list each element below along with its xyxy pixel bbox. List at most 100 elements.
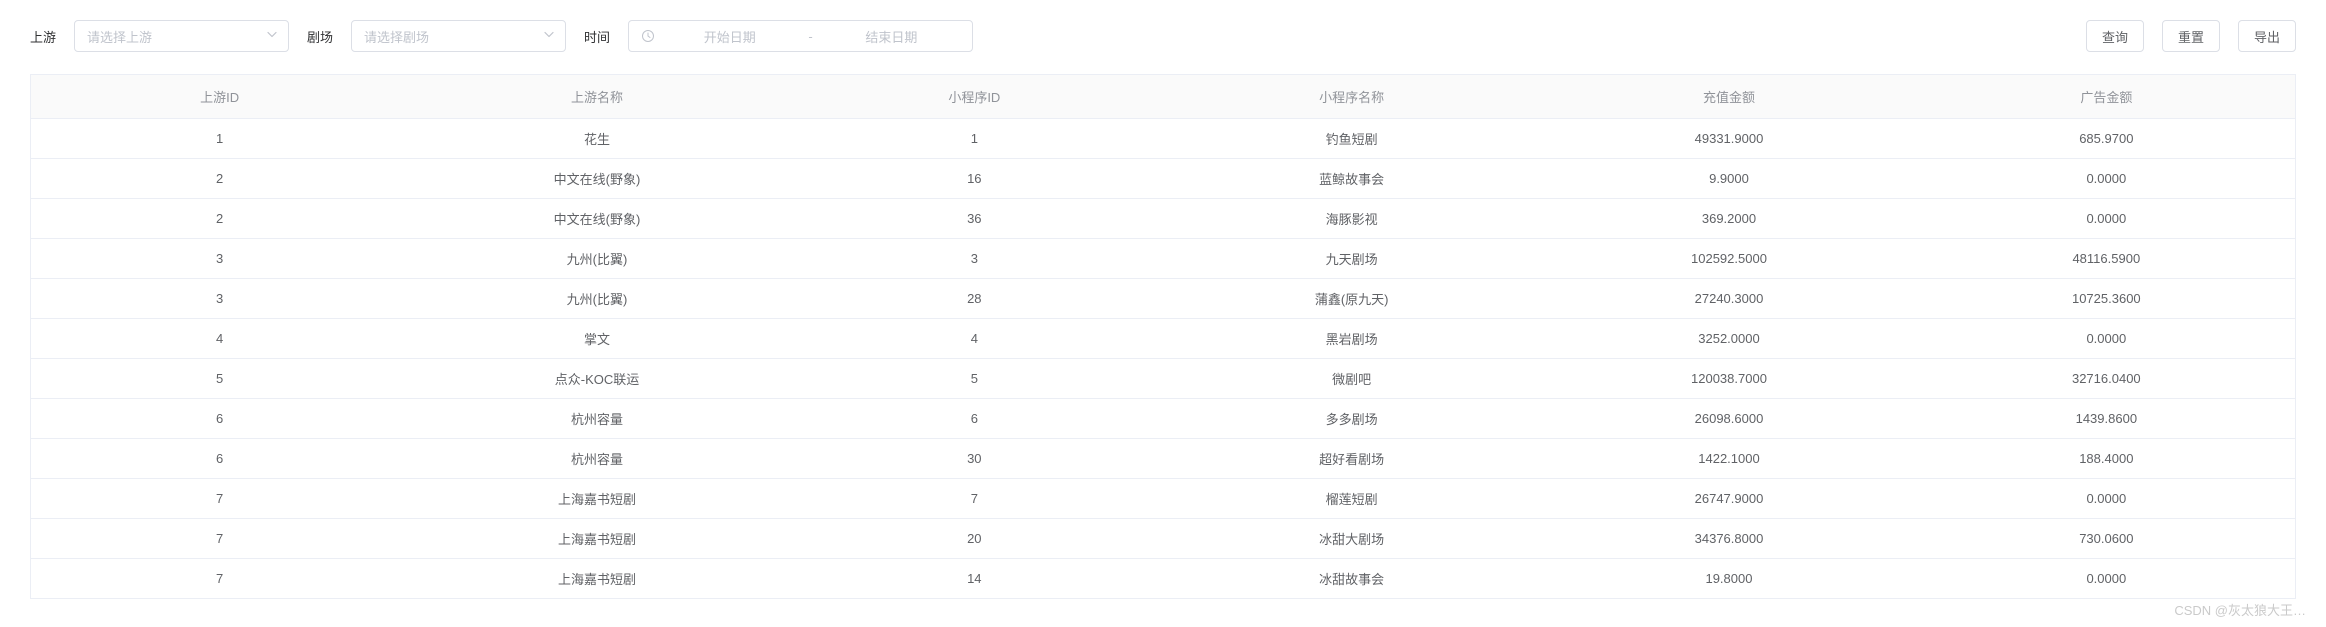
cell-applet-id: 14 — [786, 559, 1163, 599]
cell-applet-name: 蒲鑫(原九天) — [1163, 279, 1540, 319]
col-applet-name: 小程序名称 — [1163, 75, 1540, 119]
cell-applet-id: 5 — [786, 359, 1163, 399]
cell-ad-amount: 685.9700 — [1918, 119, 2295, 159]
cell-ad-amount: 0.0000 — [1918, 159, 2295, 199]
cell-applet-id: 16 — [786, 159, 1163, 199]
cell-ad-amount: 10725.3600 — [1918, 279, 2295, 319]
cell-recharge-amount: 102592.5000 — [1540, 239, 1917, 279]
cell-upstream-name: 上海嘉书短剧 — [408, 519, 785, 559]
cell-upstream-name: 杭州容量 — [408, 439, 785, 479]
cell-upstream-name: 花生 — [408, 119, 785, 159]
table-row[interactable]: 2中文在线(野象)16蓝鲸故事会9.90000.0000 — [31, 159, 2295, 199]
cell-applet-name: 黑岩剧场 — [1163, 319, 1540, 359]
theater-select[interactable]: 请选择剧场 — [351, 20, 566, 52]
upstream-placeholder: 请选择上游 — [87, 27, 152, 46]
table-row[interactable]: 7上海嘉书短剧14冰甜故事会19.80000.0000 — [31, 559, 2295, 599]
cell-ad-amount: 48116.5900 — [1918, 239, 2295, 279]
cell-applet-name: 冰甜故事会 — [1163, 559, 1540, 599]
cell-upstream-id: 4 — [31, 319, 408, 359]
cell-upstream-id: 6 — [31, 399, 408, 439]
cell-applet-id: 4 — [786, 319, 1163, 359]
table-row[interactable]: 7上海嘉书短剧7榴莲短剧26747.90000.0000 — [31, 479, 2295, 519]
cell-applet-name: 多多剧场 — [1163, 399, 1540, 439]
col-applet-id: 小程序ID — [786, 75, 1163, 119]
cell-upstream-name: 中文在线(野象) — [408, 199, 785, 239]
cell-applet-name: 微剧吧 — [1163, 359, 1540, 399]
cell-upstream-name: 中文在线(野象) — [408, 159, 785, 199]
cell-upstream-name: 上海嘉书短剧 — [408, 479, 785, 519]
cell-applet-id: 20 — [786, 519, 1163, 559]
col-recharge-amount: 充值金额 — [1540, 75, 1917, 119]
cell-upstream-id: 2 — [31, 159, 408, 199]
cell-recharge-amount: 1422.1000 — [1540, 439, 1917, 479]
chevron-down-icon — [266, 29, 278, 44]
table-row[interactable]: 4掌文4黑岩剧场3252.00000.0000 — [31, 319, 2295, 359]
cell-ad-amount: 188.4000 — [1918, 439, 2295, 479]
cell-applet-name: 海豚影视 — [1163, 199, 1540, 239]
cell-applet-id: 3 — [786, 239, 1163, 279]
theater-placeholder: 请选择剧场 — [364, 27, 429, 46]
cell-applet-id: 36 — [786, 199, 1163, 239]
query-button[interactable]: 查询 — [2086, 20, 2144, 52]
cell-ad-amount: 0.0000 — [1918, 479, 2295, 519]
cell-applet-name: 九天剧场 — [1163, 239, 1540, 279]
cell-recharge-amount: 26098.6000 — [1540, 399, 1917, 439]
data-table: 上游ID 上游名称 小程序ID 小程序名称 充值金额 广告金额 1花生1钓鱼短剧… — [30, 74, 2296, 599]
cell-applet-name: 蓝鲸故事会 — [1163, 159, 1540, 199]
col-upstream-name: 上游名称 — [408, 75, 785, 119]
cell-upstream-name: 点众-KOC联运 — [408, 359, 785, 399]
cell-upstream-id: 7 — [31, 559, 408, 599]
table-row[interactable]: 3九州(比翼)28蒲鑫(原九天)27240.300010725.3600 — [31, 279, 2295, 319]
cell-applet-name: 钓鱼短剧 — [1163, 119, 1540, 159]
cell-applet-id: 7 — [786, 479, 1163, 519]
table-row[interactable]: 3九州(比翼)3九天剧场102592.500048116.5900 — [31, 239, 2295, 279]
cell-upstream-id: 1 — [31, 119, 408, 159]
date-separator: - — [804, 29, 816, 44]
cell-ad-amount: 0.0000 — [1918, 319, 2295, 359]
end-date-input[interactable]: 结束日期 — [823, 27, 960, 46]
cell-applet-id: 1 — [786, 119, 1163, 159]
table-row[interactable]: 2中文在线(野象)36海豚影视369.20000.0000 — [31, 199, 2295, 239]
watermark: CSDN @灰太狼大王… — [2174, 600, 2306, 619]
col-upstream-id: 上游ID — [31, 75, 408, 119]
cell-recharge-amount: 369.2000 — [1540, 199, 1917, 239]
table-header-row: 上游ID 上游名称 小程序ID 小程序名称 充值金额 广告金额 — [31, 75, 2295, 119]
cell-upstream-id: 3 — [31, 279, 408, 319]
cell-upstream-name: 杭州容量 — [408, 399, 785, 439]
table-row[interactable]: 7上海嘉书短剧20冰甜大剧场34376.8000730.0600 — [31, 519, 2295, 559]
cell-upstream-name: 上海嘉书短剧 — [408, 559, 785, 599]
cell-recharge-amount: 9.9000 — [1540, 159, 1917, 199]
start-date-input[interactable]: 开始日期 — [661, 27, 798, 46]
cell-ad-amount: 1439.8600 — [1918, 399, 2295, 439]
cell-recharge-amount: 19.8000 — [1540, 559, 1917, 599]
table-row[interactable]: 6杭州容量6多多剧场26098.60001439.8600 — [31, 399, 2295, 439]
cell-ad-amount: 32716.0400 — [1918, 359, 2295, 399]
cell-upstream-id: 6 — [31, 439, 408, 479]
export-button[interactable]: 导出 — [2238, 20, 2296, 52]
cell-recharge-amount: 34376.8000 — [1540, 519, 1917, 559]
table-row[interactable]: 5点众-KOC联运5微剧吧120038.700032716.0400 — [31, 359, 2295, 399]
filter-bar: 上游 请选择上游 剧场 请选择剧场 时间 开始日期 - 结束日期 查询 重置 导… — [30, 20, 2296, 52]
clock-icon — [641, 29, 655, 43]
cell-applet-name: 超好看剧场 — [1163, 439, 1540, 479]
cell-recharge-amount: 27240.3000 — [1540, 279, 1917, 319]
cell-upstream-id: 7 — [31, 519, 408, 559]
date-range-picker[interactable]: 开始日期 - 结束日期 — [628, 20, 973, 52]
cell-upstream-name: 九州(比翼) — [408, 279, 785, 319]
reset-button[interactable]: 重置 — [2162, 20, 2220, 52]
cell-upstream-id: 3 — [31, 239, 408, 279]
cell-ad-amount: 0.0000 — [1918, 559, 2295, 599]
cell-recharge-amount: 3252.0000 — [1540, 319, 1917, 359]
cell-applet-id: 6 — [786, 399, 1163, 439]
cell-ad-amount: 0.0000 — [1918, 199, 2295, 239]
cell-upstream-id: 7 — [31, 479, 408, 519]
upstream-select[interactable]: 请选择上游 — [74, 20, 289, 52]
cell-upstream-name: 九州(比翼) — [408, 239, 785, 279]
table-row[interactable]: 1花生1钓鱼短剧49331.9000685.9700 — [31, 119, 2295, 159]
theater-label: 剧场 — [307, 27, 333, 46]
cell-recharge-amount: 26747.9000 — [1540, 479, 1917, 519]
time-label: 时间 — [584, 27, 610, 46]
table-row[interactable]: 6杭州容量30超好看剧场1422.1000188.4000 — [31, 439, 2295, 479]
cell-ad-amount: 730.0600 — [1918, 519, 2295, 559]
cell-applet-name: 冰甜大剧场 — [1163, 519, 1540, 559]
